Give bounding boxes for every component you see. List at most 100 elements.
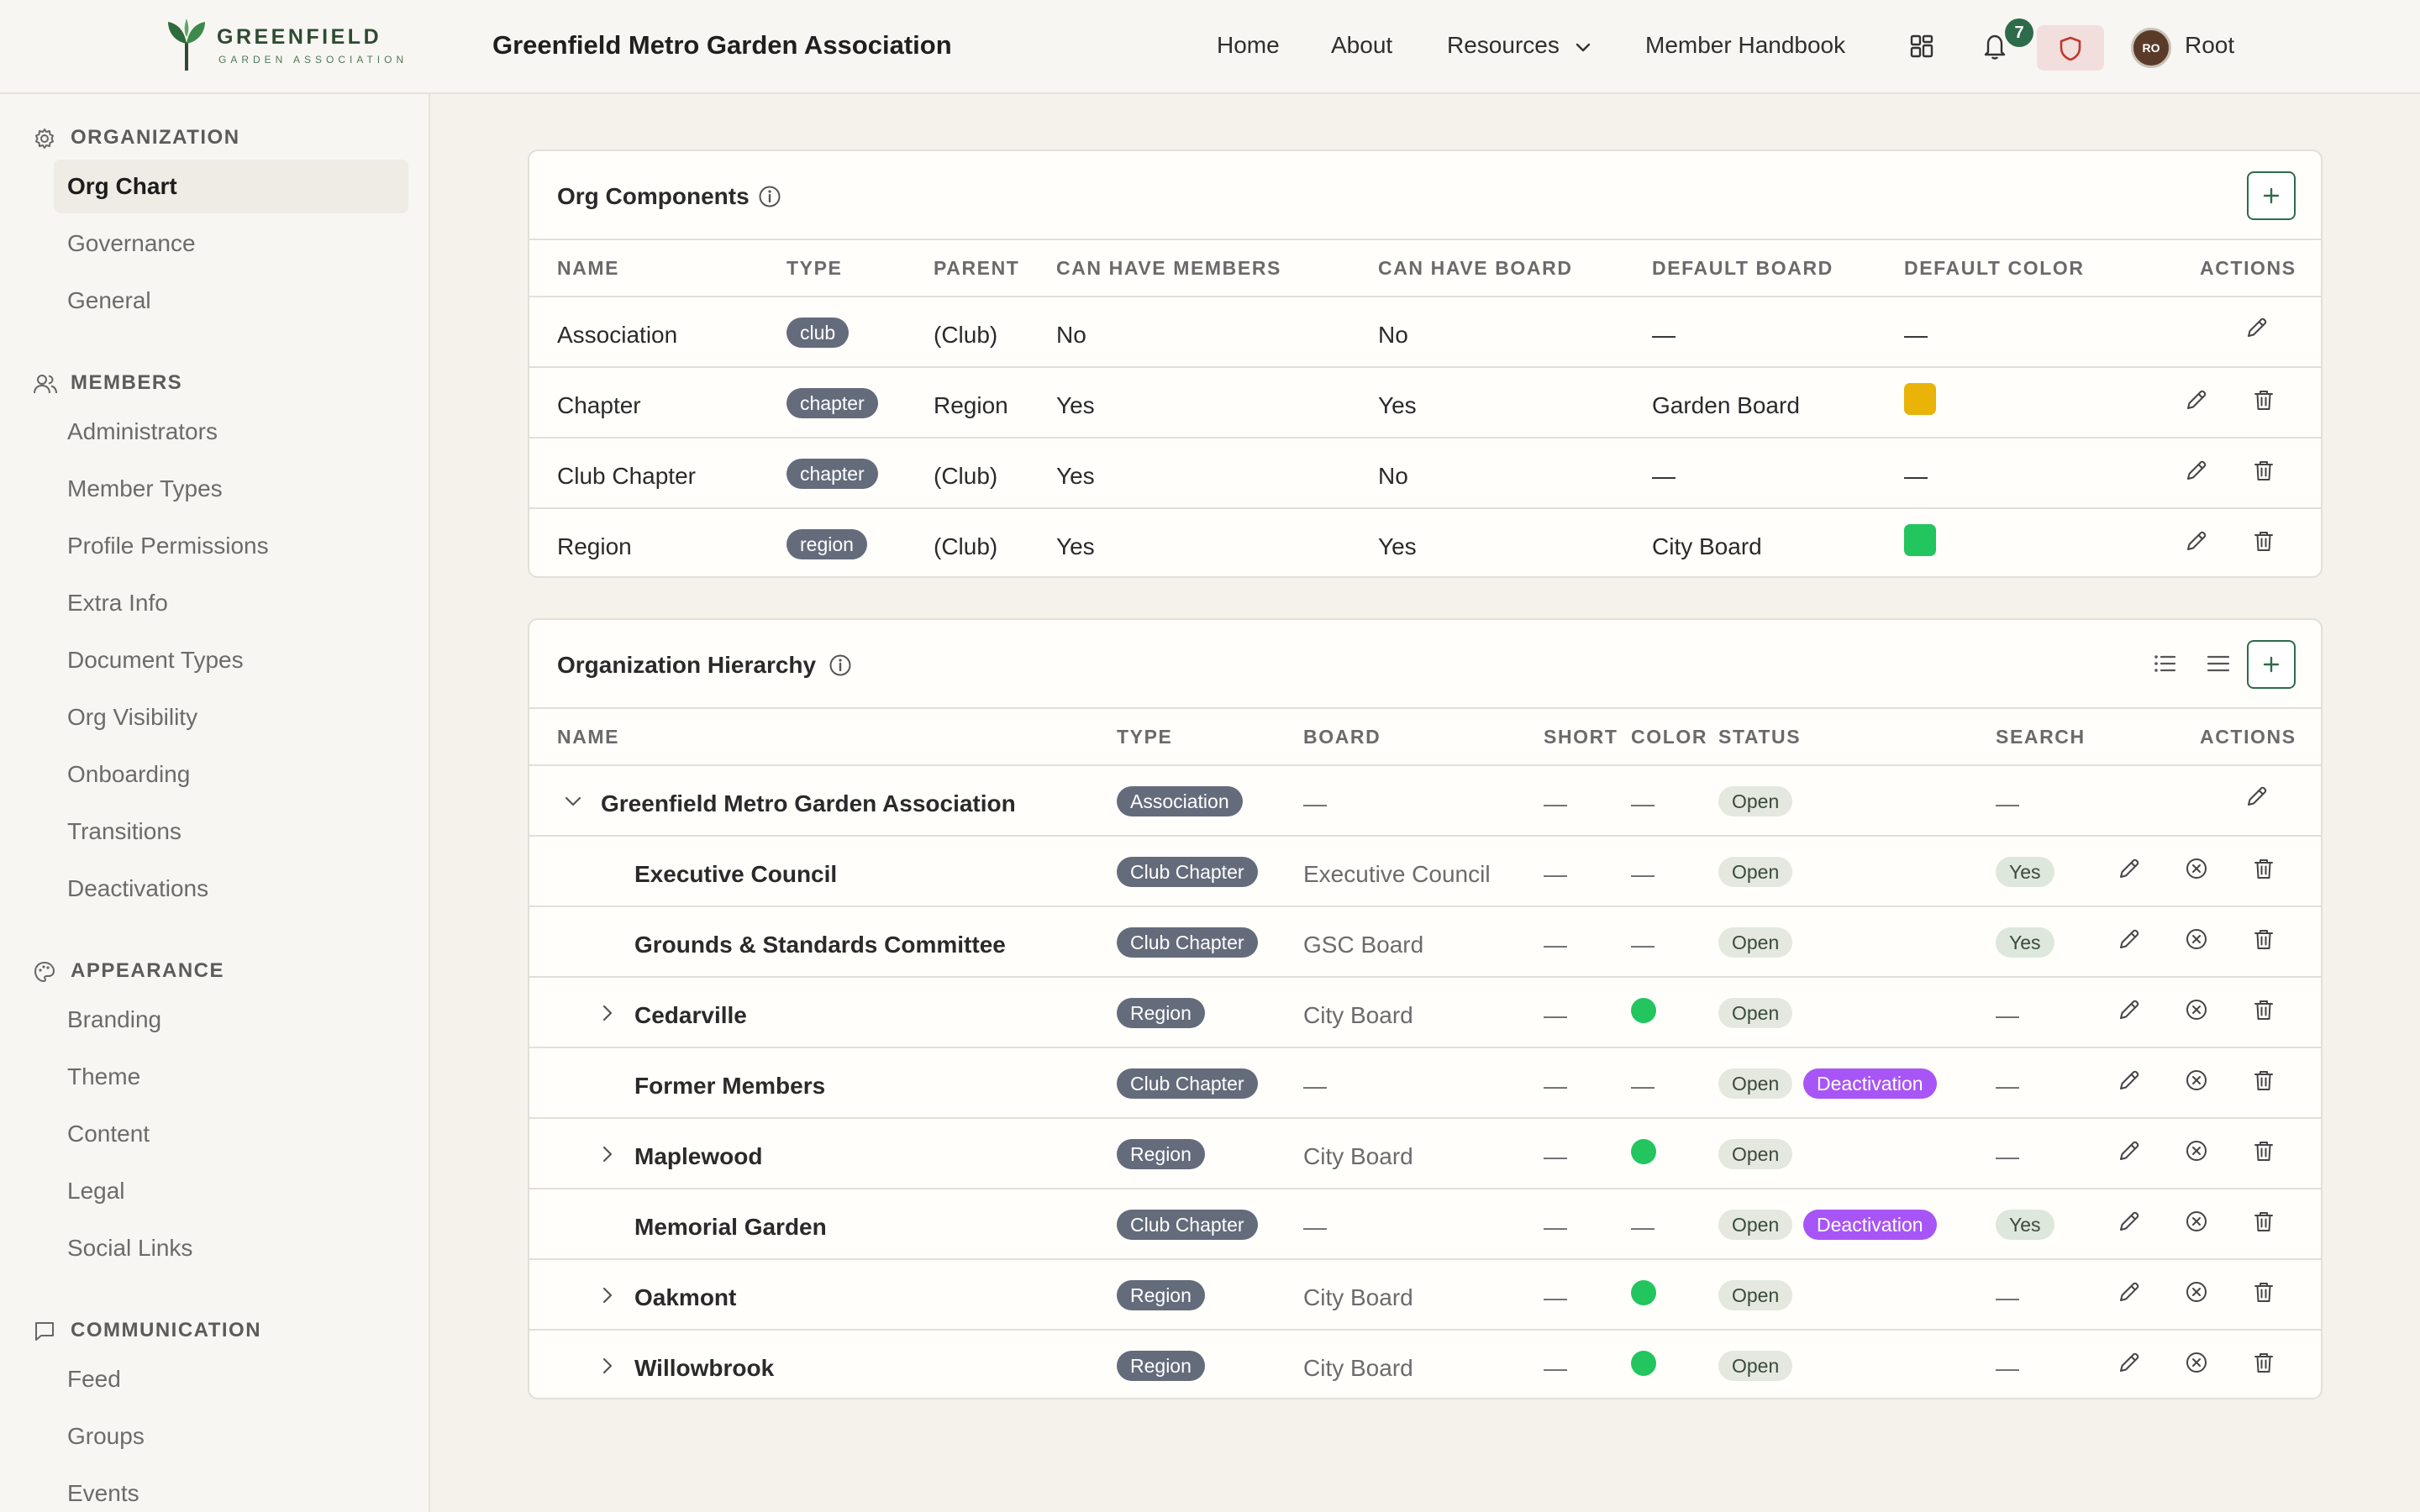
trash-icon[interactable] [2252, 1280, 2275, 1304]
org-type-badge: Region [1117, 1139, 1205, 1169]
org-search: — [1996, 1002, 2019, 1028]
chevron-right-icon[interactable] [596, 1354, 619, 1378]
deactivate-icon[interactable] [2185, 1210, 2208, 1233]
edit-icon[interactable] [2118, 1068, 2141, 1092]
edit-icon[interactable] [2185, 388, 2208, 412]
sidebar-item-feed[interactable]: Feed [54, 1352, 408, 1406]
sidebar-item-label: Extra Info [67, 590, 168, 616]
sidebar-item-document-types[interactable]: Document Types [54, 633, 408, 687]
add-component-button[interactable] [2247, 171, 2296, 220]
edit-icon[interactable] [2185, 459, 2208, 482]
deactivate-icon[interactable] [2185, 1351, 2208, 1374]
grid-icon[interactable] [1909, 34, 1934, 59]
org-unit-name[interactable]: Willowbrook [634, 1355, 774, 1382]
trash-icon[interactable] [2252, 1068, 2275, 1092]
logo[interactable]: GREENFIELD GARDEN ASSOCIATION [165, 17, 408, 74]
info-icon[interactable] [829, 654, 852, 677]
add-org-unit-button[interactable] [2247, 640, 2296, 689]
trash-icon[interactable] [2252, 998, 2275, 1021]
edit-icon[interactable] [2245, 785, 2269, 808]
status-badge: Open [1718, 927, 1793, 958]
sidebar-item-org-chart[interactable]: Org Chart [54, 160, 408, 213]
info-icon[interactable] [758, 185, 781, 208]
hierarchy-header: Organization Hierarchy [529, 620, 2321, 709]
sidebar-item-legal[interactable]: Legal [54, 1164, 408, 1218]
deactivate-icon[interactable] [2185, 1139, 2208, 1163]
deactivate-icon[interactable] [2185, 857, 2208, 880]
trash-icon[interactable] [2252, 857, 2275, 880]
component-name: Association [557, 322, 678, 348]
sidebar-item-onboarding[interactable]: Onboarding [54, 748, 408, 801]
sidebar-item-theme[interactable]: Theme [54, 1050, 408, 1104]
edit-icon[interactable] [2118, 1280, 2141, 1304]
edit-icon[interactable] [2118, 857, 2141, 880]
admin-shield-button[interactable] [2037, 25, 2104, 71]
deactivate-icon[interactable] [2185, 927, 2208, 951]
sidebar-item-social-links[interactable]: Social Links [54, 1221, 408, 1275]
avatar[interactable]: RO [2131, 28, 2171, 68]
org-unit-name[interactable]: Oakmont [634, 1284, 736, 1311]
edit-icon[interactable] [2118, 927, 2141, 951]
trash-icon[interactable] [2252, 1210, 2275, 1233]
deactivate-icon[interactable] [2185, 1280, 2208, 1304]
sidebar-item-groups[interactable]: Groups [54, 1410, 408, 1463]
org-board: City Board [1303, 1002, 1413, 1028]
collapse-all-icon[interactable] [2151, 650, 2178, 677]
trash-icon[interactable] [2252, 459, 2275, 482]
edit-icon[interactable] [2185, 529, 2208, 553]
org-type-badge: Region [1117, 1351, 1205, 1381]
chevron-right-icon[interactable] [596, 1284, 619, 1307]
edit-icon[interactable] [2118, 998, 2141, 1021]
org-unit-name[interactable]: Maplewood [634, 1143, 762, 1170]
org-unit-name[interactable]: Executive Council [634, 861, 837, 888]
org-unit-name[interactable]: Cedarville [634, 1002, 747, 1029]
sidebar-item-administrators[interactable]: Administrators [54, 405, 408, 459]
deactivate-icon[interactable] [2185, 1068, 2208, 1092]
sidebar-item-member-types[interactable]: Member Types [54, 462, 408, 516]
nav-home[interactable]: Home [1217, 32, 1280, 59]
org-unit-name[interactable]: Former Members [634, 1073, 825, 1100]
sidebar-item-label: Social Links [67, 1235, 193, 1261]
trash-icon[interactable] [2252, 1351, 2275, 1374]
trash-icon[interactable] [2252, 927, 2275, 951]
sidebar-item-extra-info[interactable]: Extra Info [54, 576, 408, 630]
deactivate-icon[interactable] [2185, 998, 2208, 1021]
sidebar-item-profile-permissions[interactable]: Profile Permissions [54, 519, 408, 573]
org-unit-name[interactable]: Memorial Garden [634, 1214, 827, 1241]
nav-resources[interactable]: Resources [1447, 32, 1560, 59]
org-unit-name[interactable]: Grounds & Standards Committee [634, 932, 1006, 958]
component-type-badge: chapter [786, 388, 878, 418]
trash-icon[interactable] [2252, 1139, 2275, 1163]
sidebar-item-org-visibility[interactable]: Org Visibility [54, 690, 408, 744]
list-view-icon[interactable] [2205, 650, 2232, 677]
edit-icon[interactable] [2118, 1210, 2141, 1233]
edit-icon[interactable] [2118, 1139, 2141, 1163]
nav-member-handbook[interactable]: Member Handbook [1645, 32, 1845, 59]
bell-icon[interactable] [1981, 32, 2008, 60]
chevron-right-icon[interactable] [596, 1142, 619, 1166]
trash-icon[interactable] [2252, 388, 2275, 412]
org-short: — [1544, 1073, 1567, 1099]
org-unit-name[interactable]: Greenfield Metro Garden Association [601, 790, 1016, 817]
chevron-right-icon[interactable] [596, 1001, 619, 1025]
trash-icon[interactable] [2252, 529, 2275, 553]
component-default-board: — [1652, 463, 1676, 489]
edit-icon[interactable] [2245, 316, 2269, 339]
sidebar-item-governance[interactable]: Governance [54, 217, 408, 270]
edit-icon[interactable] [2118, 1351, 2141, 1374]
chevron-down-icon[interactable] [1573, 37, 1593, 57]
divider [529, 296, 2321, 297]
chevron-down-icon[interactable] [561, 790, 585, 813]
sidebar-item-events[interactable]: Events [54, 1467, 408, 1512]
sidebar-item-transitions[interactable]: Transitions [54, 805, 408, 858]
status-badge: Open [1718, 1280, 1793, 1310]
sidebar-item-branding[interactable]: Branding [54, 993, 408, 1047]
sidebar-section-title: MEMBERS [71, 371, 183, 394]
org-search: — [1996, 1143, 2019, 1169]
user-name[interactable]: Root [2185, 32, 2234, 59]
nav-about[interactable]: About [1331, 32, 1392, 59]
sidebar-item-content[interactable]: Content [54, 1107, 408, 1161]
sidebar-item-deactivations[interactable]: Deactivations [54, 862, 408, 916]
col-header-name: NAME [557, 257, 620, 279]
sidebar-item-general[interactable]: General [54, 274, 408, 328]
